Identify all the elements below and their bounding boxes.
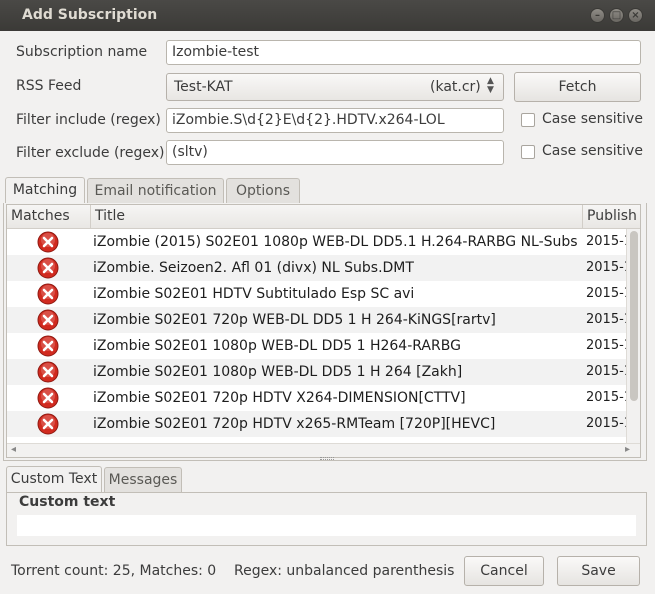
chevron-updown-icon: ▲ ▼	[487, 76, 494, 95]
no-match-icon	[37, 361, 59, 383]
rss-feed-select[interactable]: Test-KAT (kat.cr) ▲ ▼	[166, 73, 504, 101]
no-match-icon	[37, 257, 59, 279]
case-sensitive-include-checkbox[interactable]	[521, 113, 535, 127]
row-title: iZombie S02E01 1080p WEB-DL DD5 1 H264-R…	[93, 338, 461, 354]
no-match-icon	[37, 283, 59, 305]
case-sensitive-include-label: Case sensitive	[542, 111, 643, 127]
no-match-icon	[37, 413, 59, 435]
no-match-icon	[37, 309, 59, 331]
no-match-icon	[37, 387, 59, 409]
tab-messages[interactable]: Messages	[104, 467, 182, 493]
row-title: iZombie S02E01 720p HDTV X264-DIMENSION[…	[93, 390, 466, 406]
filter-exclude-label: Filter exclude (regex)	[16, 145, 165, 161]
table-row[interactable]: iZombie S02E01 720p HDTV x265-RMTeam [72…	[7, 411, 627, 437]
custom-text-panel: Custom text	[6, 492, 647, 546]
rss-feed-host: (kat.cr)	[430, 79, 481, 95]
cancel-button[interactable]: Cancel	[464, 556, 544, 586]
table-row[interactable]: iZombie S02E01 HDTV Subtitulado Esp SC a…	[7, 281, 627, 307]
maximize-icon[interactable]: □	[609, 8, 624, 23]
tab-options[interactable]: Options	[226, 178, 300, 204]
subscription-name-label: Subscription name	[16, 44, 148, 60]
window-title: Add Subscription	[22, 7, 158, 23]
title-bar[interactable]: Add Subscription – □ ×	[0, 0, 655, 31]
column-header-title[interactable]: Title	[91, 205, 583, 229]
filter-exclude-input[interactable]: (sltv)	[166, 140, 504, 165]
no-match-icon	[37, 335, 59, 357]
rss-feed-label: RSS Feed	[16, 78, 82, 94]
table-row[interactable]: iZombie (2015) S02E01 1080p WEB-DL DD5.1…	[7, 229, 627, 255]
scroll-left-icon[interactable]: ◂	[11, 444, 16, 455]
filter-include-label: Filter include (regex)	[16, 112, 161, 128]
row-publish-date: 2015-10	[586, 286, 626, 301]
table-row[interactable]: iZombie S02E01 1080p WEB-DL DD5 1 H 264 …	[7, 359, 627, 385]
table-row[interactable]: iZombie S02E01 720p HDTV X264-DIMENSION[…	[7, 385, 627, 411]
table-row[interactable]: iZombie S02E01 720p WEB-DL DD5 1 H 264-K…	[7, 307, 627, 333]
case-sensitive-exclude-label: Case sensitive	[542, 143, 643, 159]
row-publish-date: 2015-10	[586, 234, 626, 249]
custom-text-area[interactable]	[17, 515, 636, 536]
row-publish-date: 2015-10	[586, 390, 626, 405]
tab-matching[interactable]: Matching	[5, 177, 85, 204]
tab-email-notification[interactable]: Email notification	[87, 178, 224, 204]
row-title: iZombie S02E01 1080p WEB-DL DD5 1 H 264 …	[93, 364, 463, 380]
matches-table: Matches Title Publish iZombie (2015) S02…	[6, 204, 641, 458]
vertical-scrollbar[interactable]	[626, 229, 640, 443]
horizontal-scrollbar[interactable]: ◂ ▸	[7, 443, 640, 457]
close-icon[interactable]: ×	[628, 8, 643, 23]
add-subscription-window: Add Subscription – □ × Subscription name…	[0, 0, 655, 594]
save-button[interactable]: Save	[557, 556, 640, 586]
table-row[interactable]: iZombie. Seizoen2. Afl 01 (divx) NL Subs…	[7, 255, 627, 281]
filter-include-input[interactable]: iZombie.S\d{2}E\d{2}.HDTV.x264-LOL	[166, 108, 504, 133]
row-title: iZombie S02E01 HDTV Subtitulado Esp SC a…	[93, 286, 415, 302]
scroll-right-icon[interactable]: ▸	[625, 444, 630, 455]
table-row[interactable]: iZombie S02E01 1080p WEB-DL DD5 1 H264-R…	[7, 333, 627, 359]
custom-text-heading: Custom text	[19, 494, 116, 510]
torrent-count-status: Torrent count: 25, Matches: 0	[11, 563, 217, 579]
rss-feed-value: Test-KAT	[174, 79, 233, 95]
row-title: iZombie. Seizoen2. Afl 01 (divx) NL Subs…	[93, 260, 414, 276]
row-publish-date: 2015-10	[586, 364, 626, 379]
tab-custom-text[interactable]: Custom Text	[6, 466, 102, 493]
row-publish-date: 2015-10	[586, 260, 626, 275]
pane-splitter-handle[interactable]	[320, 457, 334, 460]
no-match-icon	[37, 231, 59, 253]
column-header-matches[interactable]: Matches	[7, 205, 91, 229]
fetch-button[interactable]: Fetch	[514, 72, 641, 102]
row-publish-date: 2015-10	[586, 338, 626, 353]
row-publish-date: 2015-10	[586, 312, 626, 327]
case-sensitive-exclude-checkbox[interactable]	[521, 145, 535, 159]
row-title: iZombie S02E01 720p HDTV x265-RMTeam [72…	[93, 416, 496, 432]
row-title: iZombie S02E01 720p WEB-DL DD5 1 H 264-K…	[93, 312, 496, 328]
column-header-publish[interactable]: Publish	[583, 205, 640, 229]
subscription-name-input[interactable]: Izombie-test	[166, 40, 641, 65]
row-title: iZombie (2015) S02E01 1080p WEB-DL DD5.1…	[93, 234, 578, 250]
minimize-icon[interactable]: –	[590, 8, 605, 23]
vertical-scroll-thumb[interactable]	[630, 231, 638, 401]
row-publish-date: 2015-10	[586, 416, 626, 431]
regex-status: Regex: unbalanced parenthesis	[234, 563, 455, 579]
